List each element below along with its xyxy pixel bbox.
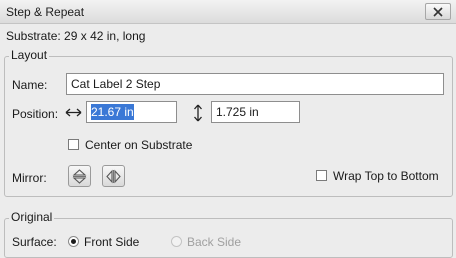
position-label: Position: xyxy=(12,107,59,121)
mirror-horizontal-button[interactable] xyxy=(102,165,125,187)
vertical-position-field[interactable]: 1.725 in xyxy=(211,101,300,123)
horizontal-position-field[interactable]: 21.67 in xyxy=(86,101,177,123)
layout-group-title: Layout xyxy=(9,48,50,62)
close-button[interactable] xyxy=(425,3,451,20)
mirror-vertical-button[interactable] xyxy=(68,165,91,187)
front-side-label: Front Side xyxy=(84,235,140,249)
horizontal-arrow-icon xyxy=(65,108,82,117)
original-group-title: Original xyxy=(9,210,55,224)
substrate-value: 29 x 42 in, long xyxy=(64,29,146,43)
title-bar: Step & Repeat xyxy=(0,0,456,24)
dialog-title: Step & Repeat xyxy=(6,5,85,19)
mirror-horizontal-icon xyxy=(106,169,121,183)
wrap-top-to-bottom-label: Wrap Top to Bottom xyxy=(333,169,439,183)
back-side-label: Back Side xyxy=(187,235,242,249)
name-field[interactable]: Cat Label 2 Step xyxy=(66,73,444,95)
surface-label: Surface: xyxy=(12,235,57,249)
vertical-arrow-icon xyxy=(194,104,202,122)
center-on-substrate-checkbox[interactable] xyxy=(68,139,79,150)
back-side-radio[interactable] xyxy=(171,236,182,247)
center-on-substrate-label: Center on Substrate xyxy=(85,138,193,152)
wrap-top-to-bottom-checkbox[interactable] xyxy=(316,170,327,181)
mirror-label: Mirror: xyxy=(12,171,47,185)
front-side-radio[interactable] xyxy=(68,236,79,247)
horizontal-position-value: 21.67 in xyxy=(91,104,134,120)
name-label: Name: xyxy=(12,78,48,92)
substrate-label: Substrate: xyxy=(6,29,61,43)
substrate-info: Substrate: 29 x 42 in, long xyxy=(6,29,145,43)
close-icon xyxy=(433,6,443,17)
mirror-vertical-icon xyxy=(72,168,87,184)
